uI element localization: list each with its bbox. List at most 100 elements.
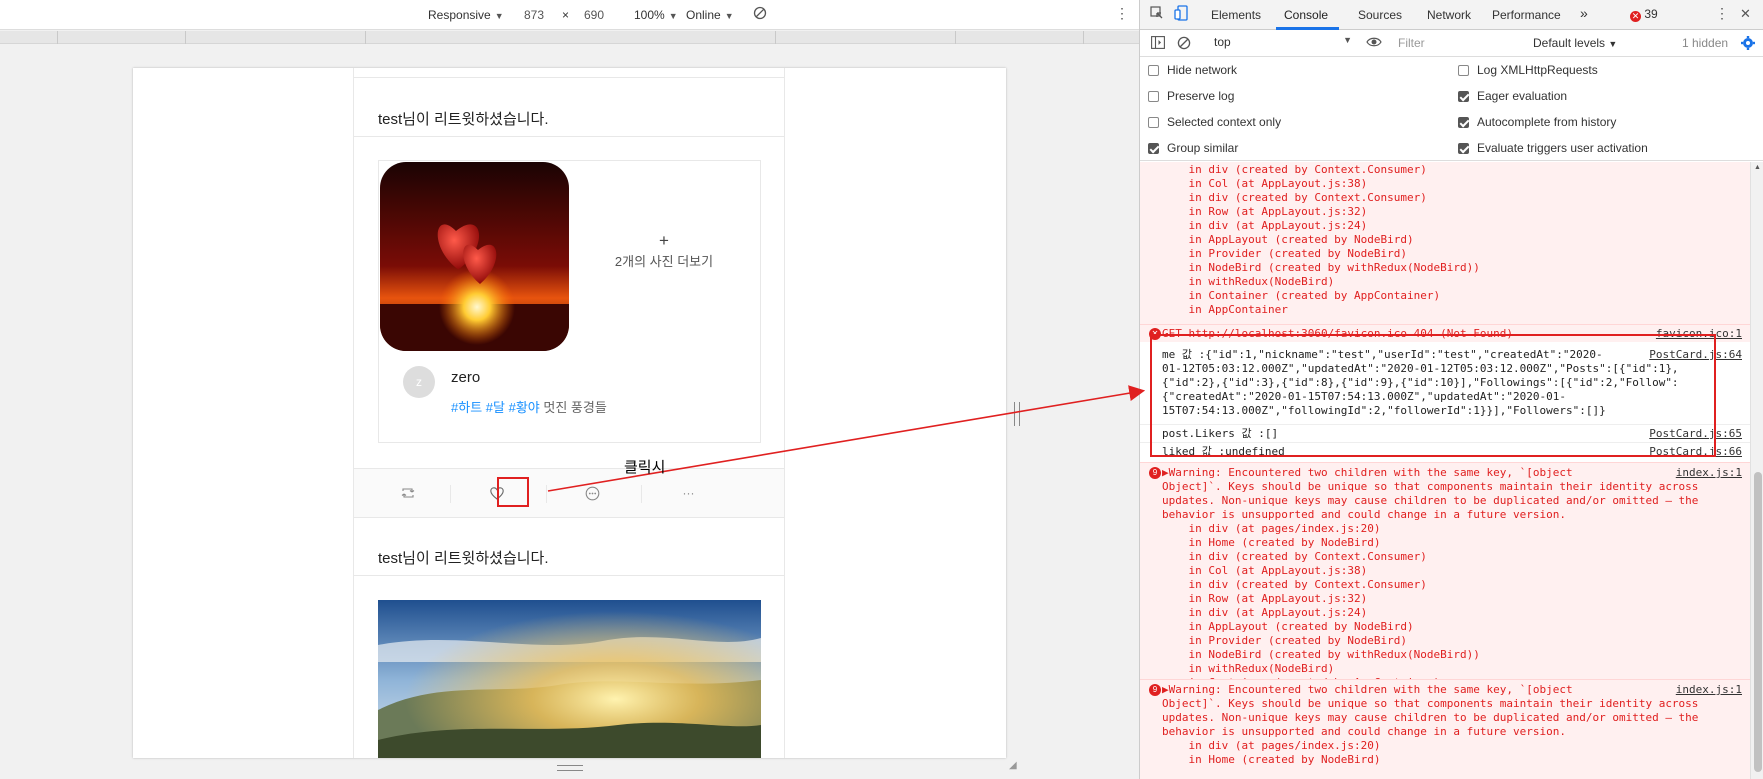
ruler-segment[interactable] [186,31,366,44]
zoom-select[interactable]: 100% ▼ [634,8,678,22]
eye-icon[interactable] [1366,35,1382,52]
network-select[interactable]: Online ▼ [686,8,734,22]
checkbox[interactable] [1148,64,1159,76]
log-line: in AppLayout (created by NodeBird) [1162,620,1414,633]
media-query-ruler [0,31,1139,44]
card-top-edge [354,68,784,78]
resize-handle-bottom[interactable] [557,765,583,771]
post-text: 멋진 풍경들 [539,400,607,415]
warning-message: 9 ▶Warning: Encountered two children with… [1140,462,1750,703]
hashtag-link[interactable]: #하트 [451,400,482,415]
checkbox[interactable] [1148,116,1159,128]
log-line: behavior is unsupported and could change… [1162,725,1566,738]
highlight-box [497,477,529,507]
filter-input[interactable]: Filter [1393,35,1521,53]
post-image-landscape[interactable] [378,600,761,758]
setting-selected-context-only[interactable]: Selected context only [1148,115,1281,129]
error-icon: 9 [1149,467,1161,479]
tab-sources[interactable]: Sources [1358,8,1402,22]
plus-icon: + [659,231,669,250]
sidebar-toggle-icon[interactable] [1151,36,1165,52]
close-icon[interactable]: ✕ [1740,6,1751,22]
height-input[interactable]: 690 [584,8,604,22]
ruler-segment[interactable] [0,31,58,44]
hashtag-link[interactable]: #황야 [509,400,540,415]
more-tabs-icon[interactable]: » [1580,5,1588,21]
log-line: in div (at pages/index.js:20) [1162,522,1381,535]
avatar[interactable]: z [403,366,435,398]
inspect-element-icon[interactable] [1150,6,1164,23]
hashtag-link[interactable]: #달 [486,400,505,415]
post-action-bar: ··· [354,468,784,518]
log-line: updates. Non-unique keys may cause child… [1162,494,1699,507]
more-options-icon[interactable]: ⋮ [1115,5,1129,22]
device-emulation-pane: Responsive ▼ 873 × 690 100% ▼ Online ▼ ⋮ te… [0,0,1139,779]
device-toolbar: Responsive ▼ 873 × 690 100% ▼ Online ▼ ⋮ [0,0,1139,30]
log-line: in withRedux(NodeBird) [1162,275,1335,288]
tab-elements[interactable]: Elements [1211,8,1261,22]
device-toggle-icon[interactable] [1174,5,1188,24]
checkbox[interactable] [1458,64,1469,76]
log-line: in Col (at AppLayout.js:38) [1162,177,1368,190]
setting-evaluate-triggers-user-activation[interactable]: Evaluate triggers user activation [1458,141,1648,155]
setting-eager-evaluation[interactable]: Eager evaluation [1458,89,1567,103]
source-link[interactable]: index.js:1 [1676,466,1742,479]
error-icon: ✕ [1630,11,1641,22]
log-line: in Col (at AppLayout.js:38) [1162,564,1368,577]
clear-console-icon[interactable] [1177,36,1191,53]
log-line: in Home (created by NodeBird) [1162,536,1381,549]
device-label: Responsive [428,8,491,22]
log-line: in div (created by Context.Consumer) [1162,550,1427,563]
console-scrollbar[interactable]: ▲ [1750,162,1763,779]
scroll-thumb[interactable] [1754,472,1762,772]
checkbox[interactable] [1148,142,1159,154]
resize-handle-right[interactable] [1014,402,1020,426]
setting-log-xmlhttprequests[interactable]: Log XMLHttpRequests [1458,63,1598,77]
ruler-segment[interactable] [58,31,186,44]
log-line: in Home (created by NodeBird) [1162,753,1381,766]
gear-icon[interactable] [1740,35,1756,54]
setting-group-similar[interactable]: Group similar [1148,141,1238,155]
setting-preserve-log[interactable]: Preserve log [1148,89,1234,103]
retweet-header: test님이 리트윗하셨습니다. [354,518,784,576]
error-count-badge[interactable]: ✕ 39 [1630,7,1658,22]
log-line: in withRedux(NodeBird) [1162,662,1335,675]
source-link[interactable]: index.js:1 [1676,683,1742,696]
post-image-hearts[interactable] [380,162,569,351]
retweet-header: test님이 리트윗하셨습니다. [354,79,784,137]
console-settings: Hide network Preserve log Selected context… [1140,57,1763,161]
devtools-menu-icon[interactable]: ⋮ [1715,5,1729,22]
device-select[interactable]: Responsive ▼ [428,8,504,22]
resize-corner-icon[interactable]: ◢ [1009,760,1017,771]
post-content: #하트 #달 #황야 멋진 풍경들 [451,397,607,416]
log-line: ▶Warning: Encountered two children with … [1162,683,1573,696]
more-photos-button[interactable]: + 2개의 사진 더보기 [569,231,759,270]
tab-performance[interactable]: Performance [1492,8,1561,22]
author-name: zero [451,369,481,386]
caret-down-icon: ▼ [1343,35,1352,45]
ruler-segment[interactable] [956,31,1084,44]
ruler-segment[interactable] [366,31,776,44]
ruler-segment[interactable] [776,31,956,44]
log-line: in div (at AppLayout.js:24) [1162,219,1368,232]
tab-console[interactable]: Console [1284,8,1328,22]
checkbox[interactable] [1148,90,1159,102]
log-line: in Provider (created by NodeBird) [1162,247,1408,260]
console-messages: in div (created by Context.Consumer) in … [1140,162,1750,779]
tab-network[interactable]: Network [1427,8,1471,22]
checkbox[interactable] [1458,142,1469,154]
log-line: in NodeBird (created by withRedux(NodeBi… [1162,261,1480,274]
log-levels-select[interactable]: Default levels ▼ [1533,36,1617,50]
setting-label: Evaluate triggers user activation [1477,141,1648,155]
context-select[interactable]: top ▼ [1210,35,1356,53]
checkbox[interactable] [1458,90,1469,102]
setting-autocomplete-from-history[interactable]: Autocomplete from history [1458,115,1616,129]
devtools-tab-bar: Elements Console Sources Network Perform… [1140,0,1763,30]
setting-label: Log XMLHttpRequests [1477,63,1598,77]
checkbox[interactable] [1458,116,1469,128]
setting-hide-network[interactable]: Hide network [1148,63,1237,77]
width-input[interactable]: 873 [524,8,544,22]
rotate-icon[interactable] [753,6,767,23]
warning-message: 9 ▶Warning: Encountered two children with… [1140,679,1750,779]
scroll-up-icon[interactable]: ▲ [1754,164,1761,171]
